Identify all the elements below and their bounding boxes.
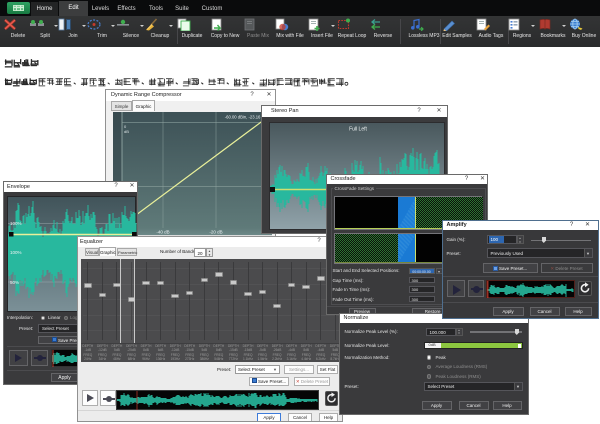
svg-text:100%: 100% (10, 250, 22, 255)
svg-text:-20 dB: -20 dB (209, 230, 222, 235)
svg-text:100%: 100% (10, 221, 22, 226)
svg-text:Full Left: Full Left (349, 127, 367, 133)
svg-text:-40 dB: -40 dB (156, 230, 169, 235)
svg-text:dB: dB (124, 129, 129, 134)
svg-text:50%: 50% (10, 280, 19, 285)
